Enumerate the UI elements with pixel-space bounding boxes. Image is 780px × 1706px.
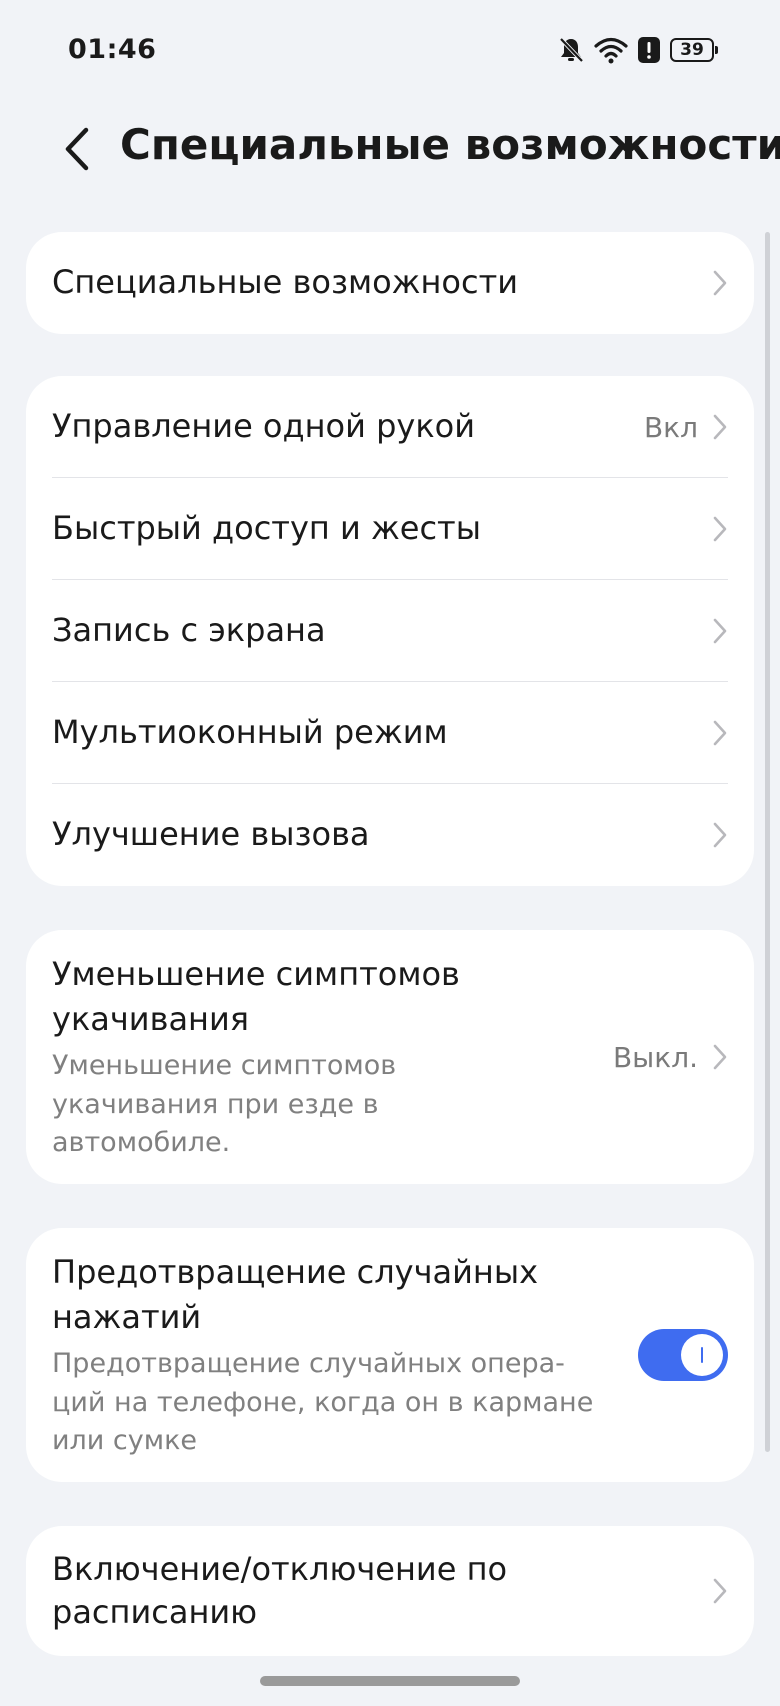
chevron-right-icon [713,720,727,746]
row-call-enhancement[interactable]: Улучшение вызова [26,784,754,886]
row-text: Уменьшение симптомов укачивания Уменьшен… [52,952,613,1163]
chevron-right-icon [713,822,727,848]
row-scheduled-power[interactable]: Включение/отключение по расписанию [26,1526,754,1656]
row-motion-sickness[interactable]: Уменьшение симптомов укачивания Уменьшен… [26,930,754,1184]
page-title: Специальные возможности [120,120,780,169]
row-title: Уменьшение симптомов укачивания [52,954,460,1038]
row-multi-window[interactable]: Мультиоконный режим [26,682,754,784]
status-time: 01:46 [68,34,157,65]
row-label: Специальные возможности [52,263,519,302]
chevron-right-icon [713,516,727,542]
row-label: Быстрый доступ и жесты [52,509,481,548]
battery-icon: 39 [670,38,718,62]
settings-group-4: Предотвращение случайных нажатий Предотв… [26,1228,754,1482]
alert-icon [638,37,660,63]
chevron-right-icon [713,1578,727,1604]
header: Специальные возможности [0,110,780,190]
row-one-hand-mode[interactable]: Управление одной рукой Вкл [26,376,754,478]
row-shortcuts-gestures[interactable]: Быстрый доступ и жесты [26,478,754,580]
row-value: Вкл [643,410,698,444]
row-label: Включение/отключение по расписанию [52,1549,508,1631]
accidental-touch-toggle[interactable] [638,1329,728,1381]
status-icons: 39 [558,34,718,66]
row-accidental-touch: Предотвращение случайных нажатий Предотв… [26,1228,754,1482]
chevron-right-icon [713,618,727,644]
settings-group-1: Специальные возможности [26,232,754,334]
row-label: Улучшение вызова [52,815,370,854]
settings-group-2: Управление одной рукой Вкл Быстрый досту… [26,376,754,886]
row-screen-recording[interactable]: Запись с экрана [26,580,754,682]
settings-group-3: Уменьшение симптомов укачивания Уменьшен… [26,930,754,1184]
row-subtitle: Предотвращение случайных опера-ций на те… [52,1348,594,1456]
scrollbar[interactable] [765,232,770,1452]
row-subtitle: Уменьшение симптомов укачивания при езде… [52,1050,397,1158]
status-bar: 01:46 39 [0,0,780,100]
row-label: Управление одной рукой [52,407,476,446]
back-chevron-left-icon[interactable] [58,124,98,174]
chevron-right-icon [713,1044,727,1070]
row-title: Предотвращение случайных нажатий [52,1252,539,1336]
chevron-right-icon [713,270,727,296]
toggle-knob [681,1334,723,1376]
row-label: Запись с экрана [52,611,326,650]
row-text: Предотвращение случайных нажатий Предотв… [52,1250,638,1461]
bell-off-icon [559,37,584,63]
chevron-right-icon [713,414,727,440]
row-label: Мультиоконный режим [52,713,448,752]
row-accessibility[interactable]: Специальные возможности [26,232,754,334]
row-value: Выкл. [612,1040,698,1074]
settings-group-5: Включение/отключение по расписанию [26,1526,754,1656]
wifi-icon [594,37,628,64]
home-indicator[interactable] [260,1676,520,1686]
